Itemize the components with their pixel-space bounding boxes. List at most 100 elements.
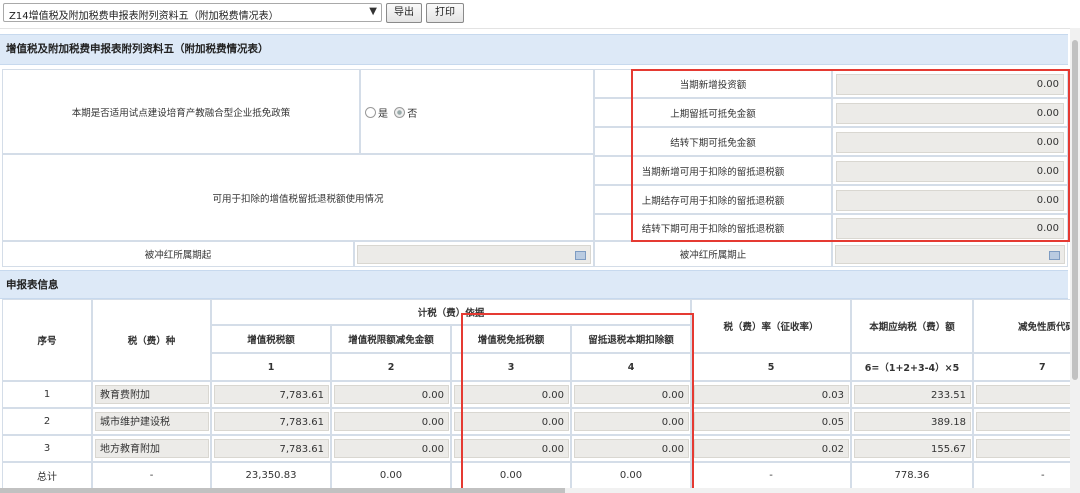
vat-amount-input[interactable]: 7,783.61 [214, 412, 329, 431]
retention-deduction-input[interactable]: 0.00 [574, 439, 689, 458]
table-row-cell: 0.00 [331, 381, 451, 408]
table-row-cell: 155.67 [851, 435, 973, 462]
calendar-icon[interactable] [575, 251, 586, 260]
retention-deduction-input[interactable]: 0.00 [574, 412, 689, 431]
col-header-payable: 本期应纳税（费）额 [851, 299, 973, 353]
retention-deduction-input[interactable]: 0.00 [574, 385, 689, 404]
chevron-down-icon: ▼ [369, 6, 377, 17]
carryover-retention-input[interactable]: 0.00 [836, 218, 1064, 239]
radio-yes-label: 是 [378, 109, 388, 120]
field-label: 结转下期可用于扣除的留抵退税额 [594, 214, 832, 241]
carryover-credit-input[interactable]: 0.00 [836, 132, 1064, 153]
table-row-cell: 7,783.61 [211, 435, 331, 462]
section-title: 增值税及附加税费申报表附列资料五（附加税费情况表） [6, 43, 269, 55]
col-number: 5 [691, 353, 851, 381]
policy-radio-group: 是 否 [360, 69, 594, 154]
col-header-basis-group: 计税（费）依据 [211, 299, 691, 325]
row-seq: 2 [2, 408, 92, 435]
limit-reduction-input[interactable]: 0.00 [334, 412, 449, 431]
exempt-offset-input[interactable]: 0.00 [454, 412, 569, 431]
exempt-offset-input[interactable]: 0.00 [454, 439, 569, 458]
horizontal-scroll-thumb[interactable] [0, 488, 565, 493]
prior-retention-input[interactable]: 0.00 [836, 190, 1064, 211]
total-limit-reduction: 0.00 [331, 462, 451, 489]
table-row-cell: 0.00 [451, 435, 571, 462]
field-label: 结转下期可抵免金额 [594, 127, 832, 156]
row-seq: 1 [2, 381, 92, 408]
table-row-cell: 389.18 [851, 408, 973, 435]
table-row-cell: 7,783.61 [211, 408, 331, 435]
section-header-declaration-info: 申报表信息 [0, 270, 1068, 299]
col-number: 1 [211, 353, 331, 381]
vat-amount-input[interactable]: 7,783.61 [214, 439, 329, 458]
total-reduction-code: - [973, 462, 1070, 489]
total-retention-deduction: 0.00 [571, 462, 691, 489]
table-row-cell: 地方教育附加 [92, 435, 211, 462]
col-header-rate: 税（费）率（征收率） [691, 299, 851, 353]
table-row-cell [973, 435, 1070, 462]
limit-reduction-input[interactable]: 0.00 [334, 385, 449, 404]
table-row-cell: 0.00 [571, 435, 691, 462]
prior-credit-input[interactable]: 0.00 [836, 103, 1064, 124]
field-cell: 0.00 [832, 127, 1068, 156]
reduction-code-input[interactable] [976, 439, 1070, 458]
total-exempt-offset: 0.00 [451, 462, 571, 489]
total-rate: - [691, 462, 851, 489]
total-tax-name: - [92, 462, 211, 489]
reduction-code-input[interactable] [976, 412, 1070, 431]
payable-input[interactable]: 389.18 [854, 412, 971, 431]
period-start-cell [354, 241, 594, 267]
table-row-cell: 0.00 [331, 435, 451, 462]
section-title: 申报表信息 [6, 279, 59, 291]
exempt-offset-input[interactable]: 0.00 [454, 385, 569, 404]
field-label: 当期新增投资额 [594, 69, 832, 98]
field-label: 上期结存可用于扣除的留抵退税额 [594, 185, 832, 214]
form-select[interactable]: Z14增值税及附加税费申报表附列资料五（附加税费情况表） ▼ [3, 3, 382, 22]
field-cell: 0.00 [832, 156, 1068, 185]
period-start-input[interactable] [357, 245, 591, 264]
radio-no[interactable] [394, 107, 406, 118]
table-row-cell: 城市维护建设税 [92, 408, 211, 435]
table-row-cell: 0.02 [691, 435, 851, 462]
limit-reduction-input[interactable]: 0.00 [334, 439, 449, 458]
table-row-cell: 教育费附加 [92, 381, 211, 408]
payable-input[interactable]: 155.67 [854, 439, 971, 458]
period-end-label: 被冲红所属期止 [594, 241, 832, 267]
form-select-value: Z14增值税及附加税费申报表附列资料五（附加税费情况表） [9, 11, 279, 22]
policy-question-label: 本期是否适用试点建设培育产教融合型企业抵免政策 [2, 69, 360, 154]
table-row-cell: 7,783.61 [211, 381, 331, 408]
export-button[interactable]: 导出 [386, 3, 422, 23]
print-button[interactable]: 打印 [426, 3, 464, 23]
new-investment-input[interactable]: 0.00 [836, 74, 1064, 95]
tax-name: 城市维护建设税 [95, 412, 209, 431]
radio-no-label: 否 [407, 109, 418, 120]
col-header-reduction-code: 减免性质代码 [973, 299, 1070, 353]
period-end-cell [832, 241, 1068, 267]
form-content: 增值税及附加税费申报表附列资料五（附加税费情况表） 本期是否适用试点建设培育产教… [0, 30, 1070, 493]
col-number: 2 [331, 353, 451, 381]
rate-input[interactable]: 0.03 [694, 385, 849, 404]
rate-input[interactable]: 0.02 [694, 439, 849, 458]
table-row-cell: 0.03 [691, 381, 851, 408]
field-cell: 0.00 [832, 214, 1068, 241]
toolbar: Z14增值税及附加税费申报表附列资料五（附加税费情况表） ▼ 导出 打印 [0, 0, 1080, 29]
field-cell: 0.00 [832, 185, 1068, 214]
vat-amount-input[interactable]: 7,783.61 [214, 385, 329, 404]
vertical-scrollbar[interactable] [1070, 28, 1080, 493]
col-header-tax-type: 税（费）种 [92, 299, 211, 381]
payable-input[interactable]: 233.51 [854, 385, 971, 404]
reduction-code-input[interactable] [976, 385, 1070, 404]
table-row-cell: 0.00 [331, 408, 451, 435]
period-end-input[interactable] [835, 245, 1065, 264]
field-label: 上期留抵可抵免金额 [594, 98, 832, 127]
rate-input[interactable]: 0.05 [694, 412, 849, 431]
horizontal-scrollbar[interactable] [0, 488, 1070, 493]
vertical-scroll-thumb[interactable] [1072, 40, 1078, 380]
col-number: 4 [571, 353, 691, 381]
col-header-retention-deduction: 留抵退税本期扣除额 [571, 325, 691, 353]
total-payable: 778.36 [851, 462, 973, 489]
new-retention-input[interactable]: 0.00 [836, 161, 1064, 182]
calendar-icon[interactable] [1049, 251, 1060, 260]
col-number: 3 [451, 353, 571, 381]
radio-yes[interactable] [365, 107, 376, 118]
